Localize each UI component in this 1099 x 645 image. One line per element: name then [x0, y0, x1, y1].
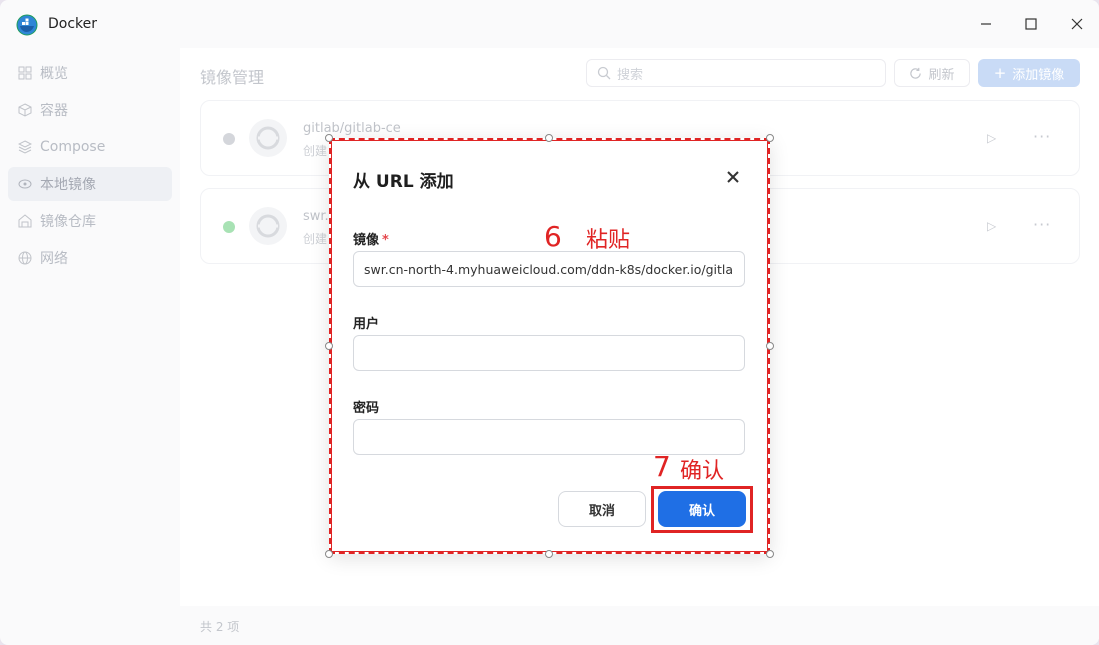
sidebar-item-label: 概览	[40, 66, 68, 82]
layers-icon	[18, 140, 32, 154]
step7-text: 确认	[680, 459, 725, 484]
refresh-icon	[910, 67, 922, 79]
resize-handle[interactable]	[325, 342, 333, 350]
sidebar-item-label: 镜像仓库	[40, 214, 96, 230]
play-icon[interactable]: ▷	[987, 131, 1001, 145]
plus-icon: +	[993, 64, 1007, 82]
cube-icon	[18, 103, 32, 117]
sidebar-item-label: Compose	[40, 139, 106, 155]
resize-handle[interactable]	[766, 550, 774, 558]
item-count: 共 2 项	[200, 620, 240, 634]
step6-number: 6	[544, 220, 562, 253]
search-input[interactable]: 搜索	[586, 59, 886, 87]
add-image-label: 添加镜像	[1012, 67, 1065, 83]
image-created: 创建	[303, 232, 328, 246]
step6-text: 粘贴	[586, 228, 631, 253]
maximize-icon[interactable]	[1021, 14, 1041, 34]
resize-handle[interactable]	[766, 342, 774, 350]
globe-icon	[18, 251, 32, 265]
refresh-label: 刷新	[928, 67, 955, 83]
resize-handle[interactable]	[325, 550, 333, 558]
search-placeholder: 搜索	[617, 67, 644, 83]
search-icon	[597, 66, 611, 80]
image-name: swr.	[303, 209, 329, 224]
grid-icon	[18, 66, 32, 80]
image-created: 创建	[303, 144, 328, 158]
image-logo-icon	[249, 207, 287, 245]
disc-icon	[18, 179, 32, 189]
sidebar-item-network[interactable]: 网络	[8, 241, 172, 275]
sidebar-item-registry[interactable]: 镜像仓库	[8, 204, 172, 238]
sidebar-item-label: 本地镜像	[40, 177, 96, 193]
play-icon[interactable]: ▷	[987, 219, 1001, 233]
close-icon[interactable]	[1067, 14, 1087, 34]
sidebar-item-label: 网络	[40, 251, 68, 267]
resize-handle[interactable]	[545, 550, 553, 558]
step7-number: 7	[653, 450, 671, 483]
warehouse-icon	[18, 214, 32, 228]
more-icon[interactable]: ···	[1033, 215, 1051, 234]
resize-handle[interactable]	[325, 134, 333, 142]
status-dot	[223, 221, 235, 233]
more-icon[interactable]: ···	[1033, 127, 1051, 146]
add-image-button[interactable]: + 添加镜像	[978, 59, 1080, 87]
title-bar: Docker	[0, 0, 1099, 48]
sidebar-item-containers[interactable]: 容器	[8, 93, 172, 127]
page-title: 镜像管理	[200, 68, 265, 87]
docker-logo-icon	[16, 14, 38, 36]
sidebar-item-local-images[interactable]: 本地镜像	[8, 167, 172, 201]
sidebar: 概览 容器 Compose 本地镜像 镜像仓库 网络	[0, 48, 180, 645]
image-logo-icon	[249, 119, 287, 157]
status-dot	[223, 133, 235, 145]
footer: 共 2 项	[180, 606, 1099, 645]
sidebar-item-overview[interactable]: 概览	[8, 56, 172, 90]
app-title: Docker	[48, 16, 98, 32]
minimize-icon[interactable]	[976, 14, 996, 34]
refresh-button[interactable]: 刷新	[894, 59, 970, 87]
sidebar-item-compose[interactable]: Compose	[8, 130, 172, 164]
resize-handle[interactable]	[766, 134, 774, 142]
sidebar-item-label: 容器	[40, 103, 68, 119]
image-name: gitlab/gitlab-ce	[303, 121, 401, 136]
resize-handle[interactable]	[545, 134, 553, 142]
confirm-highlight-box	[651, 486, 753, 533]
